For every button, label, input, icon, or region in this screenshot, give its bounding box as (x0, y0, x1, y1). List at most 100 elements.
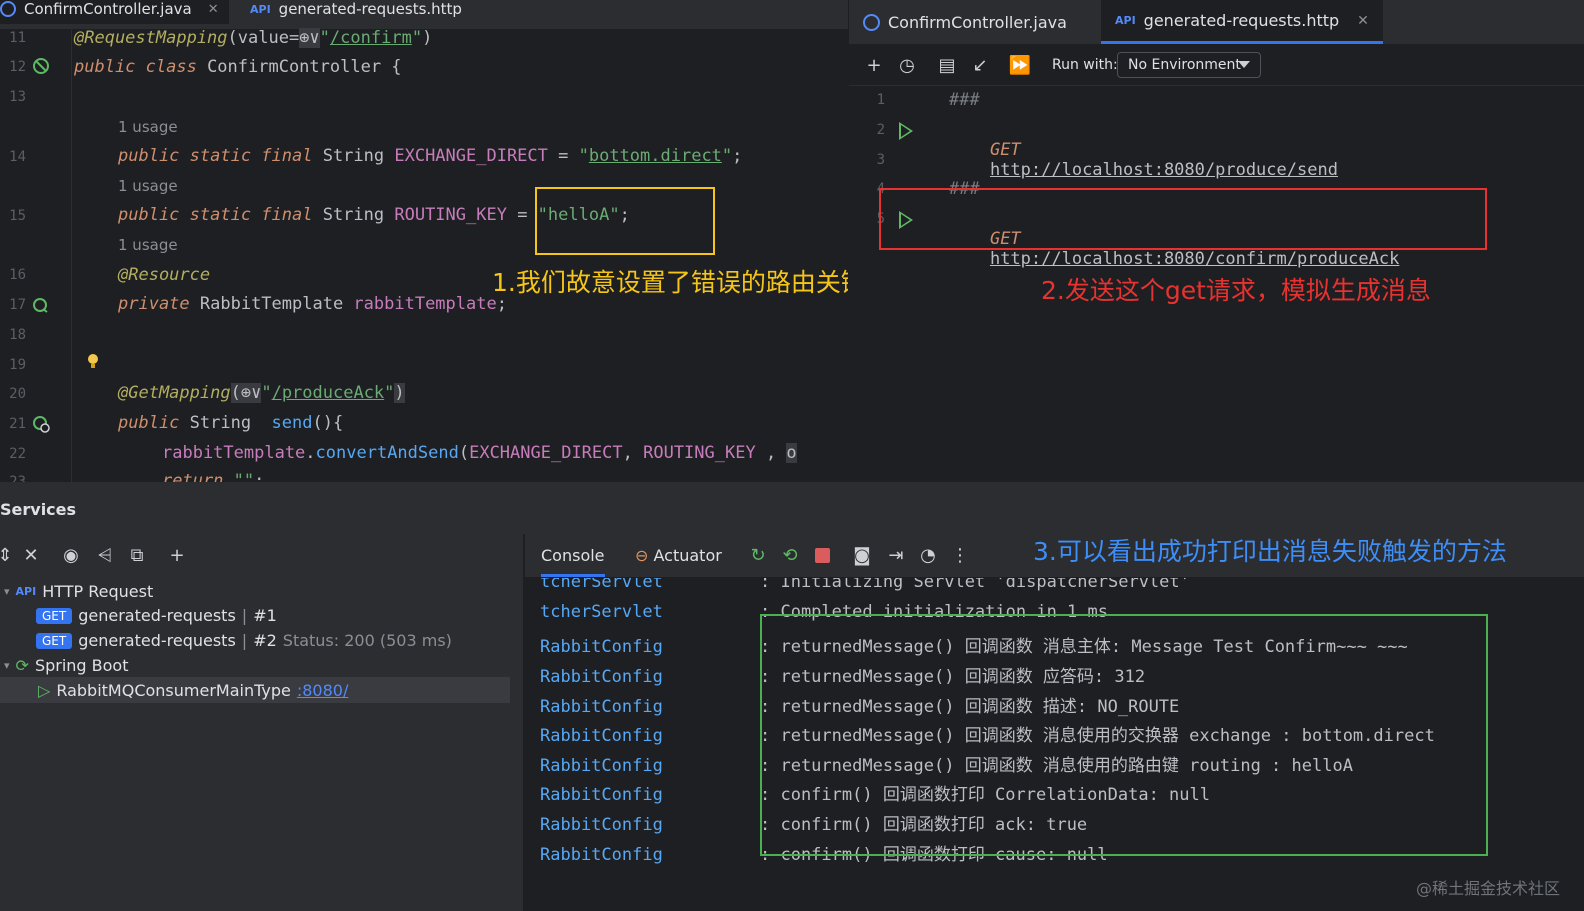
line-number: 16 (9, 267, 26, 283)
usage-hint[interactable]: 1 usage (118, 118, 178, 136)
console-line: tcherServlet: Initializing Servlet 'disp… (540, 578, 1190, 592)
line-number: 19 (9, 357, 26, 373)
app-port-link[interactable]: :8080/ (297, 681, 349, 700)
line-number: 22 (9, 446, 26, 462)
tree-item-request-2[interactable]: GET generated-requests | #2 Status: 200 … (36, 631, 452, 650)
get-badge: GET (36, 607, 73, 624)
tab-actuator[interactable]: ⊖ Actuator (635, 546, 722, 565)
left-editor-tabbar: ConfirmController.java ✕ API generated-r… (0, 0, 848, 30)
class-icon (0, 1, 16, 17)
tab-generated-requests[interactable]: API generated-requests.http ✕ (1101, 0, 1383, 44)
profiler-icon[interactable]: ◔ (917, 544, 939, 566)
separator-comment: ### (949, 90, 980, 110)
run-request-icon[interactable] (899, 122, 913, 140)
eye-icon[interactable]: ◉ (60, 544, 82, 566)
tree-item-spring-boot[interactable]: ▾ ⟳ Spring Boot (4, 656, 128, 675)
api-file-icon: API (15, 585, 37, 598)
tab-generated-requests[interactable]: API generated-requests.http (250, 0, 462, 24)
more-options-icon[interactable]: ⋮ (949, 544, 971, 566)
history-icon[interactable]: ◷ (896, 54, 918, 76)
request-number: #1 (253, 606, 277, 625)
http-toolbar: + ◷ ▤ ↙ ⏩ Run with: No Environment (849, 44, 1584, 86)
request-name: generated-requests (78, 631, 236, 650)
actuator-icon: ⊖ (635, 546, 649, 565)
tab-confirm-controller[interactable]: ConfirmController.java ✕ (0, 0, 229, 24)
code-line-21: public String send(){ (118, 413, 344, 433)
copy-icon[interactable]: ▤ (936, 54, 958, 76)
annotation-text-3: 3.可以看出成功打印出消息失败触发的方法 (1033, 537, 1507, 566)
line-number: 1 (876, 92, 885, 108)
request-number: #2 (253, 631, 277, 650)
tree-item-request-1[interactable]: GET generated-requests | #1 (36, 606, 277, 625)
get-badge: GET (36, 632, 73, 649)
line-number: 23 (9, 474, 26, 482)
line-number: 3 (876, 152, 885, 168)
stop-icon[interactable] (811, 544, 833, 566)
line-number: 11 (9, 30, 26, 46)
spring-boot-icon: ⟳ (15, 656, 29, 675)
request-status: Status: 200 (503 ms) (282, 631, 452, 650)
exit-icon[interactable]: ⇥ (885, 544, 907, 566)
code-line-20: @GetMapping(⊕∨"/produceAck") (118, 383, 405, 403)
annotation-text-2: 2.发送这个get请求，模拟生成消息 (1041, 276, 1431, 305)
spring-bean-icon[interactable] (32, 57, 50, 75)
add-service-icon[interactable]: + (166, 544, 188, 566)
class-icon (863, 13, 880, 31)
close-icon[interactable]: ✕ (208, 2, 219, 17)
http-panel-tabbar: ConfirmController.java API generated-req… (849, 0, 1584, 44)
line-number: 17 (9, 297, 26, 313)
rerun-icon[interactable]: ↻ (747, 544, 769, 566)
http-client-panel[interactable]: ConfirmController.java API generated-req… (849, 0, 1584, 478)
code-line-17: private RabbitTemplate rabbitTemplate; (118, 294, 507, 314)
run-all-icon[interactable]: ⏩ (1009, 54, 1031, 76)
environment-select[interactable]: No Environment (1117, 52, 1261, 78)
tab-label: ConfirmController.java (888, 12, 1067, 32)
tab-console[interactable]: Console (541, 546, 605, 577)
watermark: @稀土掘金技术社区 (1415, 879, 1560, 898)
camera-icon[interactable]: ◙ (851, 544, 873, 566)
code-line-12: public class ConfirmController { (74, 57, 402, 77)
web-endpoint-icon[interactable] (32, 415, 50, 433)
expand-icon[interactable]: ⇕ (0, 544, 16, 566)
request-url[interactable]: http://localhost:8080/confirm/produceAck (990, 249, 1399, 269)
rerun-debug-icon[interactable]: ⟲ (779, 544, 801, 566)
tab-label: generated-requests.http (1143, 11, 1340, 30)
tree-item-app[interactable]: ▷ RabbitMQConsumerMainType :8080/ (38, 681, 348, 700)
code-line-23: return ""; (162, 471, 265, 482)
usage-hint[interactable]: 1 usage (118, 177, 178, 195)
collapse-icon[interactable]: ✕ (20, 544, 42, 566)
add-request-icon[interactable]: + (863, 54, 885, 76)
line-number: 21 (9, 416, 26, 432)
line-number: 13 (9, 89, 26, 105)
line-number: 15 (9, 208, 26, 224)
tree-item-http-request[interactable]: ▾ API HTTP Request (4, 582, 153, 601)
annotation-text-1: 1.我们故意设置了错误的路由关键字 (492, 268, 848, 297)
autowire-icon[interactable] (32, 296, 50, 314)
running-icon: ▷ (38, 681, 51, 700)
request-url[interactable]: http://localhost:8080/produce/send (990, 160, 1338, 180)
tab-confirm-controller[interactable]: ConfirmController.java (849, 0, 1081, 44)
annotation-box-console (760, 614, 1488, 856)
console-output[interactable]: tcherServlet: Initializing Servlet 'disp… (525, 578, 1584, 911)
services-title: Services (0, 500, 77, 519)
services-header: Services (0, 482, 1584, 534)
console-tabbar: Console ⊖ Actuator ↻ ⟲ ◙ ⇥ ◔ ⋮ 3.可以看出成功打… (525, 534, 1584, 578)
app-name: RabbitMQConsumerMainType (56, 681, 291, 700)
line-number: 14 (9, 149, 26, 165)
close-icon[interactable]: ✕ (1357, 13, 1369, 29)
divider: | (241, 606, 248, 625)
code-line-14: public static final String EXCHANGE_DIRE… (118, 146, 743, 166)
api-file-icon: API (1115, 14, 1136, 27)
filter-icon[interactable]: ⩤ (94, 544, 116, 566)
tree-item-label: Spring Boot (34, 656, 129, 675)
line-number: 20 (9, 386, 26, 402)
usage-hint[interactable]: 1 usage (118, 236, 178, 254)
lightbulb-icon[interactable] (84, 352, 102, 370)
line-number: 2 (876, 122, 885, 138)
left-code-editor[interactable]: ConfirmController.java ✕ API generated-r… (0, 0, 848, 482)
http-method: GET (989, 140, 1021, 160)
import-icon[interactable]: ↙ (969, 54, 991, 76)
new-tab-icon[interactable]: ⧉ (126, 544, 148, 566)
tree-item-label: HTTP Request (42, 582, 154, 601)
environment-value: No Environment (1128, 57, 1241, 73)
